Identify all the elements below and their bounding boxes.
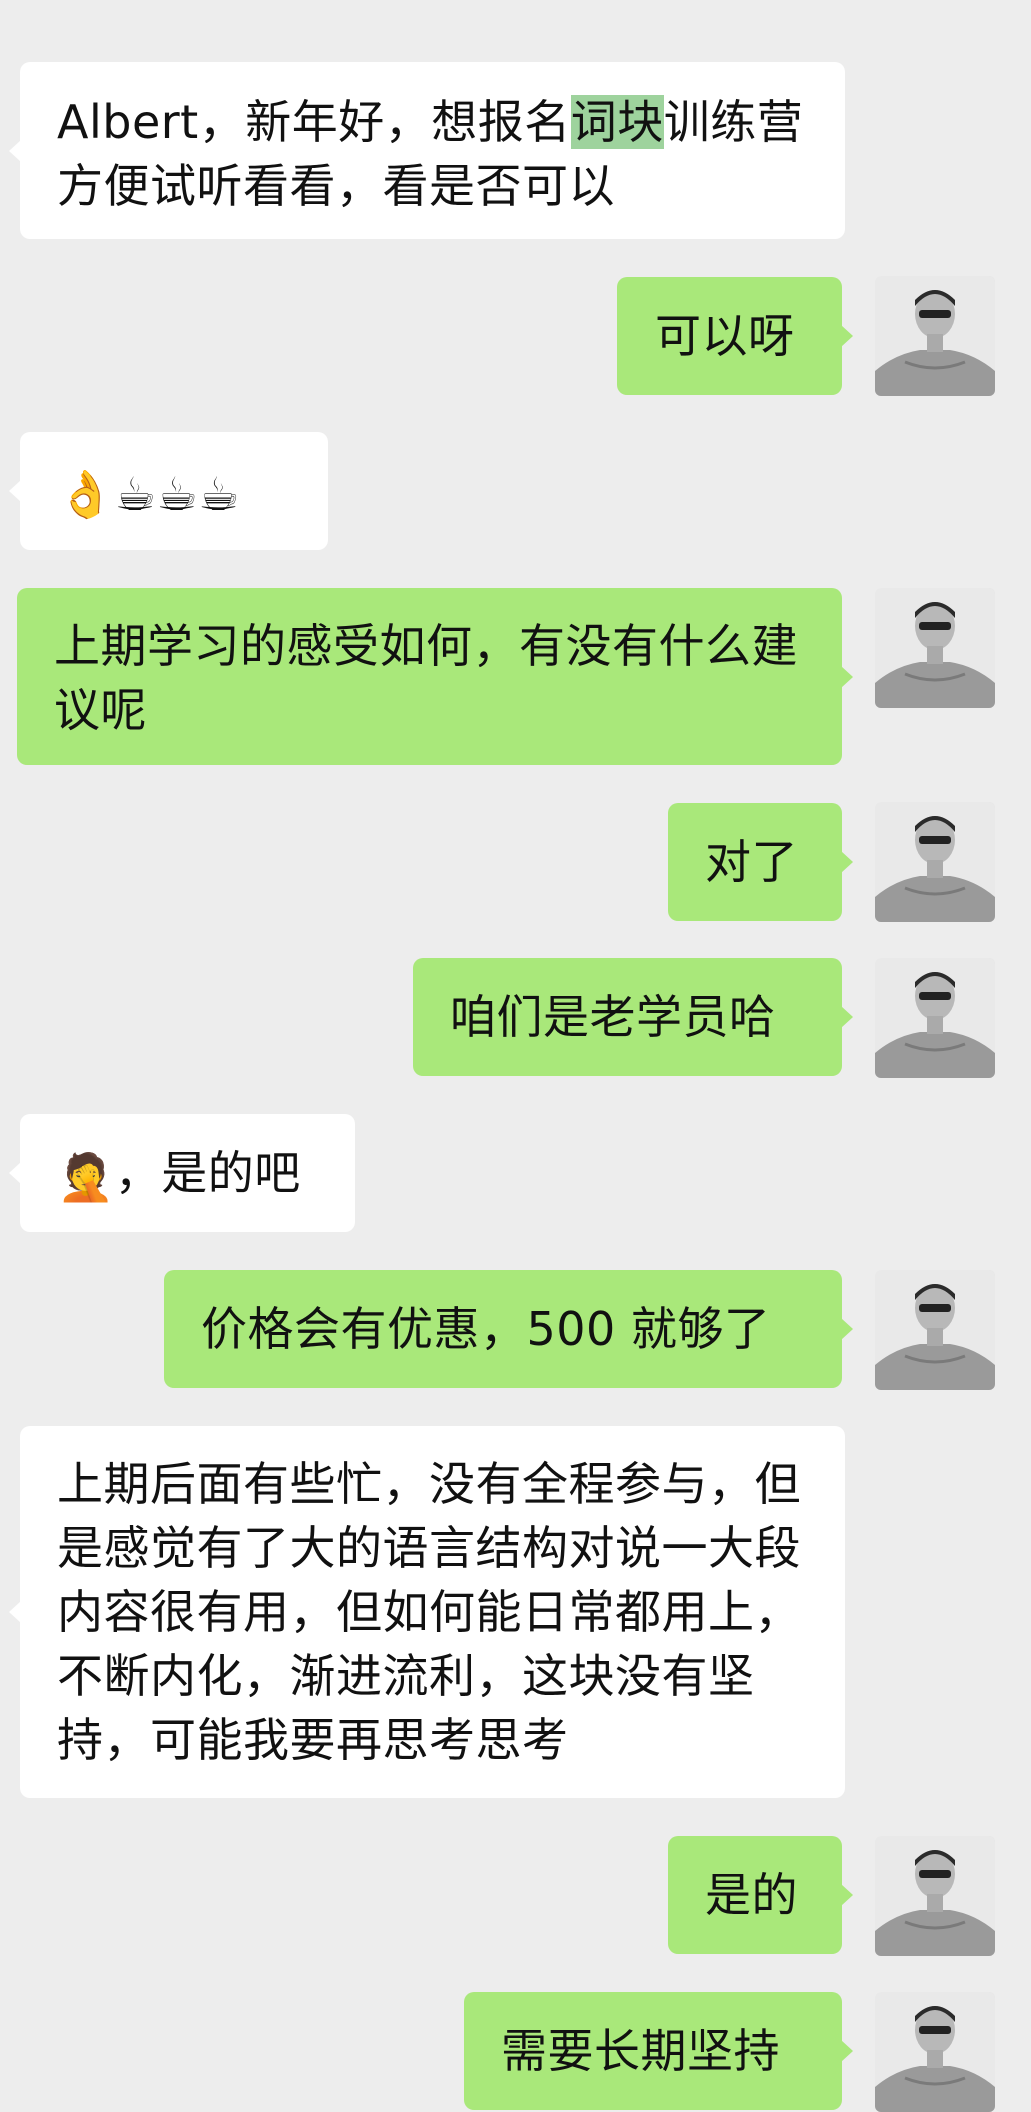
user-avatar-icon — [875, 588, 995, 708]
message-bubble-outgoing[interactable]: 是的 — [668, 1836, 853, 1954]
avatar[interactable] — [875, 802, 995, 922]
message-bubble-incoming[interactable]: Albert，新年好，想报名词块训练营方便试听看看，看是否可以 — [9, 62, 845, 239]
avatar[interactable] — [875, 276, 995, 396]
coffee-icon: ☕ — [156, 466, 199, 521]
message-text: 需要长期坚持 — [501, 2024, 780, 2078]
message-bubble-outgoing[interactable]: 上期学习的感受如何，有没有什么建议呢 — [17, 588, 853, 765]
coffee-icon: ☕ — [114, 466, 157, 521]
message-bubble-incoming[interactable]: 上期后面有些忙，没有全程参与，但是感觉有了大的语言结构对说一大段内容很有用，但如… — [9, 1426, 845, 1798]
user-avatar-icon — [875, 276, 995, 396]
message-text: 🤦，是的吧 — [57, 1141, 319, 1209]
message-text: 上期学习的感受如何，有没有什么建议呢 — [54, 619, 798, 737]
user-avatar-icon — [875, 958, 995, 1078]
avatar[interactable] — [875, 958, 995, 1078]
emoji-row: 👌☕☕☕ — [57, 458, 292, 526]
message-bubble-outgoing[interactable]: 可以呀 — [617, 277, 853, 395]
highlighted-text: 词块 — [570, 95, 664, 149]
avatar[interactable] — [875, 1836, 995, 1956]
facepalm-icon: 🤦 — [57, 1149, 115, 1204]
avatar[interactable] — [875, 1992, 995, 2112]
user-avatar-icon — [875, 1992, 995, 2112]
message-bubble-outgoing[interactable]: 价格会有优惠，500 就够了 — [164, 1270, 853, 1388]
avatar[interactable] — [875, 1270, 995, 1390]
message-bubble-incoming[interactable]: 🤦，是的吧 — [9, 1114, 355, 1232]
message-text: 是的 — [705, 1868, 798, 1922]
message-bubble-outgoing[interactable]: 对了 — [668, 803, 853, 921]
message-text: Albert，新年好，想报名词块训练营方便试听看看，看是否可以 — [57, 95, 804, 213]
message-text: 对了 — [705, 835, 798, 889]
message-bubble-outgoing[interactable]: 咱们是老学员哈 — [413, 958, 853, 1076]
user-avatar-icon — [875, 1270, 995, 1390]
user-avatar-icon — [875, 802, 995, 922]
coffee-icon: ☕ — [198, 466, 241, 521]
message-text: 上期后面有些忙，没有全程参与，但是感觉有了大的语言结构对说一大段内容很有用，但如… — [57, 1457, 801, 1767]
message-bubble-outgoing[interactable]: 需要长期坚持 — [464, 1992, 853, 2110]
message-text: 价格会有优惠，500 就够了 — [201, 1302, 771, 1356]
ok-hand-icon: 👌 — [57, 466, 115, 521]
message-text: 可以呀 — [655, 309, 795, 363]
message-bubble-incoming[interactable]: 👌☕☕☕ — [9, 432, 328, 550]
avatar[interactable] — [875, 588, 995, 708]
message-text: 咱们是老学员哈 — [450, 990, 776, 1044]
user-avatar-icon — [875, 1836, 995, 1956]
